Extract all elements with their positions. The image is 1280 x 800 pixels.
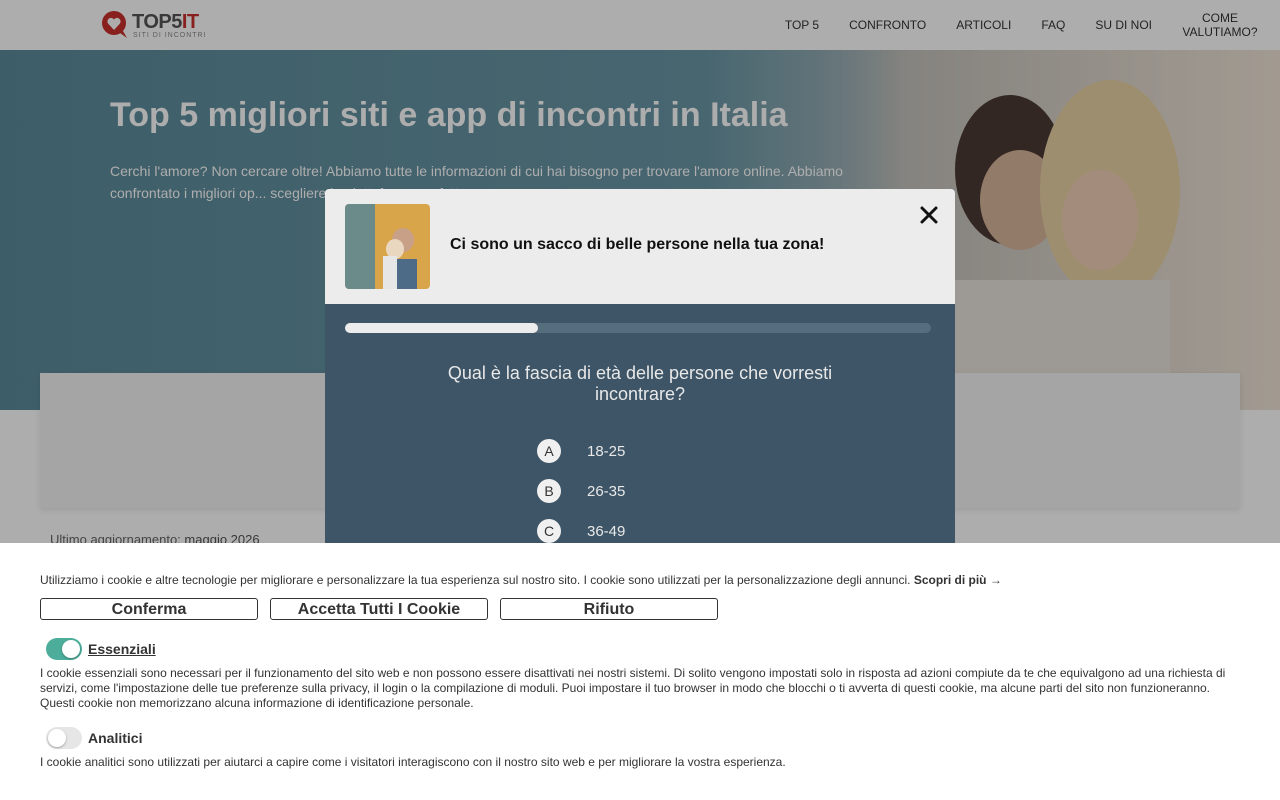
cookie-reject-button[interactable]: Rifiuto (500, 598, 718, 620)
option-label: 36-49 (587, 522, 626, 540)
toggle-knob (62, 640, 80, 658)
analytics-cookies-label: Analitici (88, 730, 143, 746)
essential-cookies-label[interactable]: Essenziali (88, 641, 156, 657)
option-letter: C (537, 519, 561, 543)
cookie-learn-more-link[interactable]: Scopri di più → (914, 573, 1002, 587)
quiz-progress-fill (345, 323, 539, 333)
option-label: 26-35 (587, 482, 626, 500)
cookie-confirm-button[interactable]: Conferma (40, 598, 258, 620)
essential-cookies-toggle[interactable] (46, 638, 82, 660)
analytics-cookies-toggle[interactable] (46, 727, 82, 749)
quiz-option-b[interactable]: B 26-35 (537, 479, 625, 503)
modal-header: Ci sono un sacco di belle persone nella … (325, 189, 955, 304)
close-icon[interactable] (917, 203, 941, 227)
quiz-progress-bar (345, 323, 931, 333)
option-letter: B (537, 479, 561, 503)
cookie-intro: Utilizziamo i cookie e altre tecnologie … (40, 573, 1002, 587)
essential-cookies-description: I cookie essenziali sono necessari per i… (40, 666, 1226, 710)
modal-heading: Ci sono un sacco di belle persone nella … (450, 236, 825, 253)
option-label: 18-25 (587, 442, 626, 460)
toggle-knob (48, 729, 66, 747)
quiz-option-c[interactable]: C 36-49 (537, 519, 625, 543)
cookie-banner: Utilizziamo i cookie e altre tecnologie … (0, 543, 1280, 800)
modal-couple-image (345, 204, 430, 289)
cookie-accept-all-button[interactable]: Accetta Tutti I Cookie (270, 598, 488, 620)
quiz-option-a[interactable]: A 18-25 (537, 439, 625, 463)
analytics-cookies-description: I cookie analitici sono utilizzati per a… (40, 755, 786, 769)
option-letter: A (537, 439, 561, 463)
quiz-question: Qual è la fascia di età delle persone ch… (447, 363, 833, 404)
